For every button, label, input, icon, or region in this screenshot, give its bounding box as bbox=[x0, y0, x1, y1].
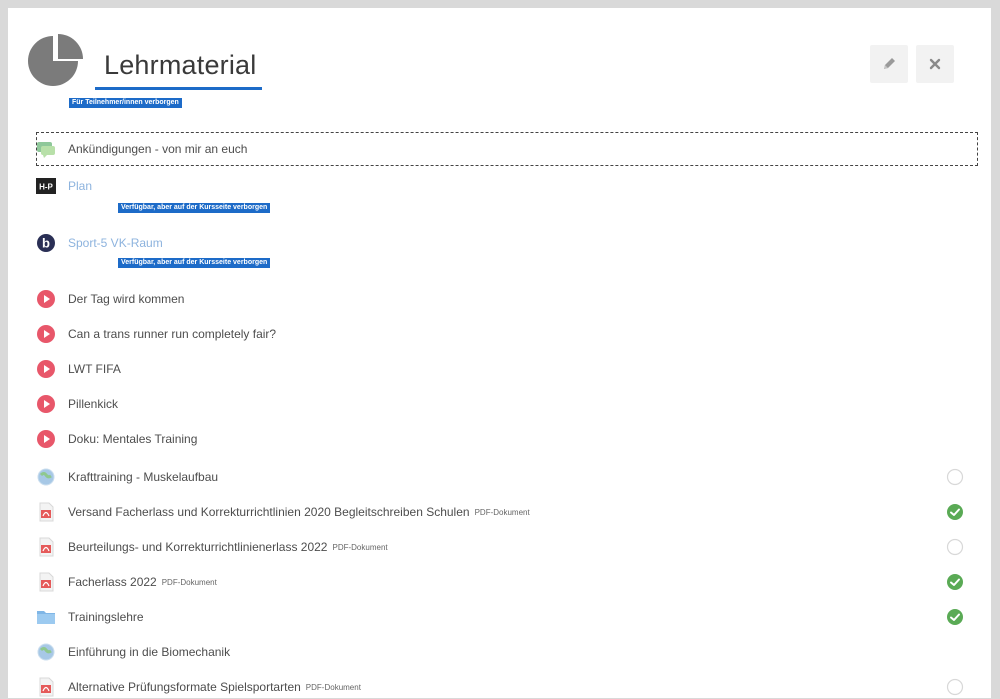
completion-checked-icon[interactable] bbox=[946, 608, 964, 626]
close-icon bbox=[929, 58, 941, 70]
activity-link[interactable]: Einführung in die Biomechanik bbox=[68, 645, 230, 659]
activity-row[interactable]: Einführung in die Biomechanik bbox=[36, 639, 230, 665]
edit-button[interactable] bbox=[870, 45, 908, 83]
hidden-badge: Für Teilnehmer/innen verborgen bbox=[69, 98, 182, 108]
activity-row[interactable]: Ankündigungen - von mir an euch bbox=[36, 136, 247, 162]
h5p-icon: H-P bbox=[36, 176, 56, 196]
resource-type-label: PDF-Dokument bbox=[305, 682, 361, 692]
activity-row[interactable]: Trainingslehre bbox=[36, 604, 144, 630]
activity-row[interactable]: H-P Plan bbox=[36, 173, 92, 199]
activity-link[interactable]: Der Tag wird kommen bbox=[68, 292, 184, 306]
resource-type-label: PDF-Dokument bbox=[474, 507, 530, 517]
course-section: Lehrmaterial Für Teilnehmer/innen verbor… bbox=[8, 8, 991, 698]
activity-row[interactable]: Pillenkick bbox=[36, 391, 118, 417]
activity-row[interactable]: Beurteilungs- und Korrekturrichtliniener… bbox=[36, 534, 388, 560]
activity-link[interactable]: LWT FIFA bbox=[68, 362, 121, 376]
pdf-icon bbox=[36, 537, 56, 557]
video-icon bbox=[36, 359, 56, 379]
activity-row[interactable]: Der Tag wird kommen bbox=[36, 286, 184, 312]
url-icon bbox=[36, 467, 56, 487]
activity-row[interactable]: Krafttraining - Muskelaufbau bbox=[36, 464, 218, 490]
activity-link[interactable]: Sport-5 VK-Raum bbox=[68, 236, 163, 250]
activity-row[interactable]: Facherlass 2022 PDF-Dokument bbox=[36, 569, 217, 595]
title-underline bbox=[95, 87, 262, 90]
video-icon bbox=[36, 429, 56, 449]
pdf-icon bbox=[36, 677, 56, 697]
activity-link[interactable]: Versand Facherlass und Korrekturrichtlin… bbox=[68, 505, 470, 519]
availability-badge: Verfügbar, aber auf der Kursseite verbor… bbox=[118, 258, 271, 268]
pdf-icon bbox=[36, 572, 56, 592]
availability-badge: Verfügbar, aber auf der Kursseite verbor… bbox=[118, 203, 271, 213]
svg-text:H-P: H-P bbox=[39, 183, 53, 192]
completion-checked-icon[interactable] bbox=[946, 503, 964, 521]
activity-link[interactable]: Doku: Mentales Training bbox=[68, 432, 197, 446]
completion-empty-icon[interactable] bbox=[946, 678, 964, 696]
activity-row[interactable]: Doku: Mentales Training bbox=[36, 426, 197, 452]
completion-empty-icon[interactable] bbox=[946, 538, 964, 556]
activity-link[interactable]: Plan bbox=[68, 179, 92, 193]
activity-link[interactable]: Trainingslehre bbox=[68, 610, 144, 624]
activity-row[interactable]: Alternative Prüfungsformate Spielsportar… bbox=[36, 674, 361, 698]
section-pie-icon bbox=[28, 34, 83, 86]
pdf-icon bbox=[36, 502, 56, 522]
close-button[interactable] bbox=[916, 45, 954, 83]
resource-type-label: PDF-Dokument bbox=[161, 577, 217, 587]
video-icon bbox=[36, 394, 56, 414]
completion-checked-icon[interactable] bbox=[946, 573, 964, 591]
activity-link[interactable]: Krafttraining - Muskelaufbau bbox=[68, 470, 218, 484]
video-icon bbox=[36, 324, 56, 344]
folder-icon bbox=[36, 607, 56, 627]
activity-link[interactable]: Beurteilungs- und Korrekturrichtliniener… bbox=[68, 540, 327, 554]
activity-link[interactable]: Can a trans runner run completely fair? bbox=[68, 327, 276, 341]
activity-link[interactable]: Ankündigungen - von mir an euch bbox=[68, 142, 247, 156]
forum-icon bbox=[36, 139, 56, 159]
completion-empty-icon[interactable] bbox=[946, 468, 964, 486]
section-title: Lehrmaterial bbox=[104, 50, 257, 80]
activity-link[interactable]: Pillenkick bbox=[68, 397, 118, 411]
activity-row[interactable]: LWT FIFA bbox=[36, 356, 121, 382]
svg-text:b: b bbox=[42, 236, 50, 251]
video-icon bbox=[36, 289, 56, 309]
activity-row[interactable]: Can a trans runner run completely fair? bbox=[36, 321, 276, 347]
resource-type-label: PDF-Dokument bbox=[332, 542, 388, 552]
activity-link[interactable]: Alternative Prüfungsformate Spielsportar… bbox=[68, 680, 301, 694]
bigbluebutton-icon: b bbox=[36, 233, 56, 253]
activity-row[interactable]: b Sport-5 VK-Raum bbox=[36, 230, 163, 256]
activity-row[interactable]: Versand Facherlass und Korrekturrichtlin… bbox=[36, 499, 530, 525]
activity-link[interactable]: Facherlass 2022 bbox=[68, 575, 157, 589]
url-icon bbox=[36, 642, 56, 662]
pencil-icon bbox=[884, 58, 895, 69]
